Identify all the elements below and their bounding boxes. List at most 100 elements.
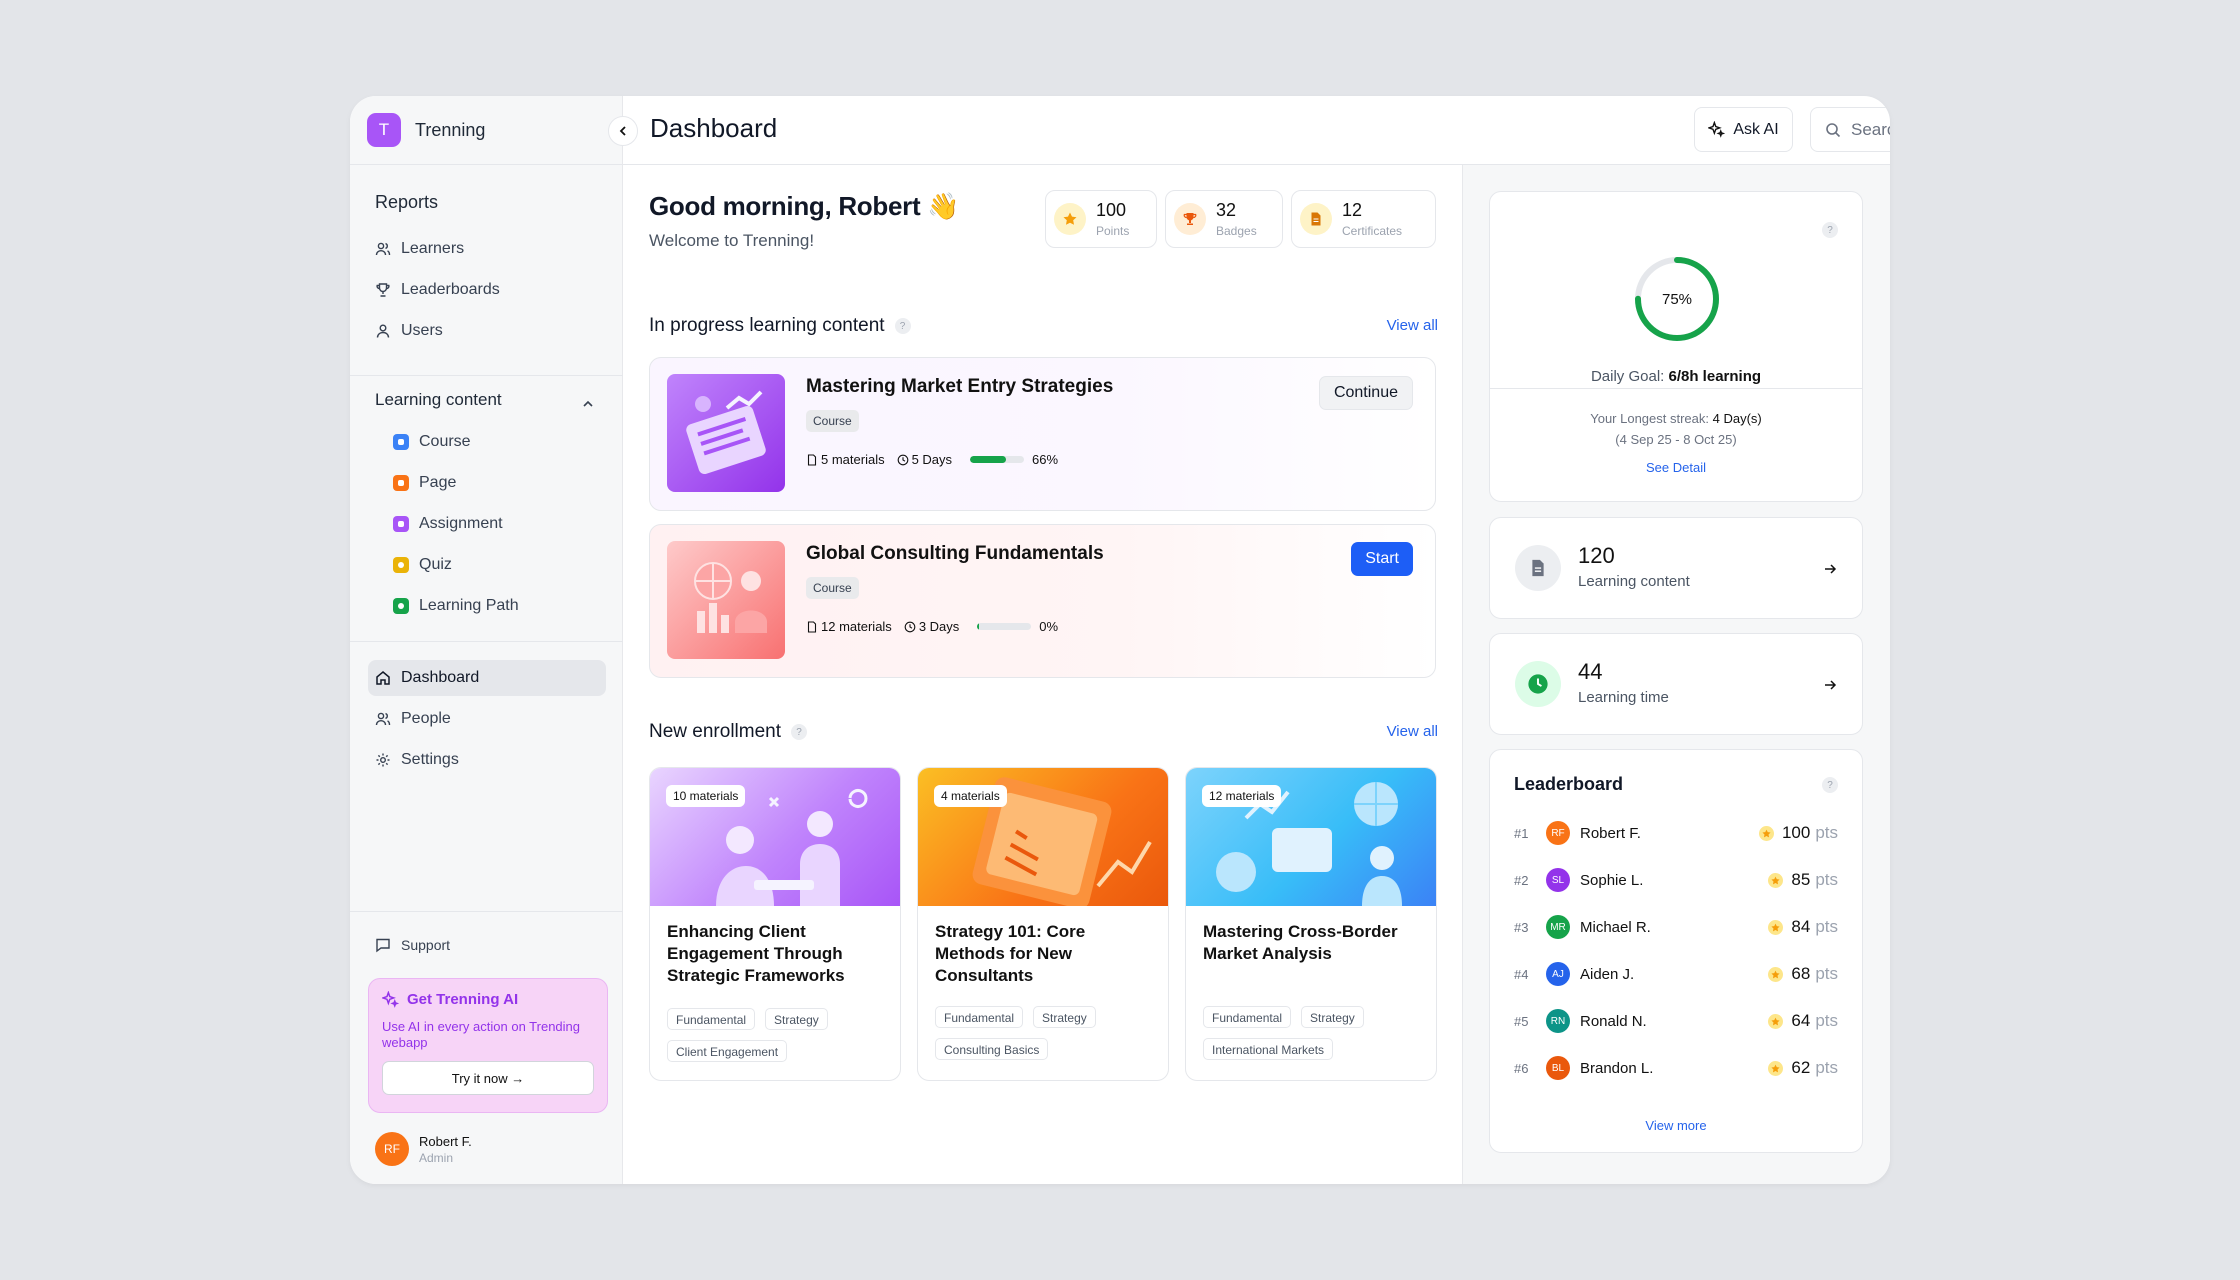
sidebar-item-quiz[interactable]: Quiz — [393, 556, 452, 574]
user-name: Robert F. — [419, 1133, 472, 1149]
enrollment-card[interactable]: 10 materials Enhancing Client Engagement… — [649, 767, 901, 1081]
leaderboard-title: Leaderboard — [1514, 774, 1624, 794]
leaderboard-row[interactable]: #5 RN Ronald N. 64 pts — [1514, 1008, 1838, 1034]
greeting-subtitle: Welcome to Trenning! — [649, 231, 815, 250]
sidebar-item-label: Dashboard — [401, 669, 480, 686]
daily-goal-text: Daily Goal: 6/8h learning — [1490, 368, 1862, 385]
leaderboard-row[interactable]: #1 RF Robert F. 100 pts — [1514, 820, 1838, 846]
leaderboard-name: Brandon L. — [1580, 1059, 1654, 1077]
badges-value: 32 — [1216, 200, 1237, 220]
avatar: AJ — [1546, 962, 1570, 986]
sidebar-item-course[interactable]: Course — [393, 433, 471, 451]
see-detail-link[interactable]: See Detail — [1490, 460, 1862, 475]
sidebar-item-people[interactable]: People — [375, 710, 451, 728]
learning-time-summary-card[interactable]: 44 Learning time — [1489, 633, 1863, 735]
view-more-link[interactable]: View more — [1490, 1118, 1862, 1133]
course-title: Mastering Market Entry Strategies — [806, 376, 1114, 397]
leaderboard-row[interactable]: #3 MR Michael R. 84 pts — [1514, 914, 1838, 940]
materials-count: 5 materials — [821, 452, 885, 467]
in-progress-view-all-link[interactable]: View all — [1387, 317, 1438, 334]
promo-title: Get Trenning AI — [407, 991, 519, 1008]
badges-label: Badges — [1216, 224, 1257, 238]
points-value: 68 — [1791, 964, 1811, 983]
sidebar-item-assignment[interactable]: Assignment — [393, 515, 503, 533]
leaderboard-row[interactable]: #2 SL Sophie L. 85 pts — [1514, 867, 1838, 893]
start-button[interactable]: Start — [1351, 542, 1413, 576]
page-icon — [393, 475, 409, 491]
sidebar-item-learners[interactable]: Learners — [375, 240, 464, 258]
new-enrollment-section-title: New enrollment ? — [649, 721, 807, 743]
course-type-badge: Course — [806, 577, 859, 599]
sidebar-item-page[interactable]: Page — [393, 474, 456, 492]
avatar: BL — [1546, 1056, 1570, 1080]
sidebar-item-dashboard[interactable]: Dashboard — [375, 669, 479, 687]
new-enrollment-view-all-link[interactable]: View all — [1387, 723, 1438, 740]
rank: #3 — [1514, 919, 1529, 935]
enrollment-card[interactable]: 12 materials Mastering Cross-Border Mark… — [1185, 767, 1437, 1081]
in-progress-card[interactable]: Mastering Market Entry Strategies Course… — [649, 357, 1436, 511]
sidebar-item-leaderboards[interactable]: Leaderboards — [375, 281, 500, 299]
star-icon — [1768, 966, 1784, 982]
daily-goal-card: ? 75% Daily Goal: 6/8h learning Your Lon… — [1489, 191, 1863, 502]
points-value: 100 — [1096, 200, 1127, 220]
tag: Fundamental — [935, 1006, 1024, 1028]
points-value: 62 — [1791, 1058, 1811, 1077]
duration: 3 Days — [918, 619, 960, 634]
rank: #6 — [1514, 1060, 1529, 1076]
collapse-sidebar-button[interactable] — [608, 116, 638, 146]
star-icon — [1768, 1013, 1784, 1029]
rank: #1 — [1514, 825, 1529, 841]
certificates-value: 12 — [1342, 200, 1363, 220]
leaderboard-points: 100 pts — [1758, 823, 1838, 843]
avatar: SL — [1546, 868, 1570, 892]
help-icon[interactable]: ? — [1822, 777, 1838, 793]
help-icon[interactable]: ? — [1822, 222, 1838, 238]
leaderboard-name: Michael R. — [1580, 918, 1651, 936]
tag-list: Fundamental Strategy International Marke… — [1203, 1006, 1426, 1060]
ask-ai-label: Ask AI — [1733, 120, 1779, 138]
badges-stat: 32 Badges — [1165, 190, 1283, 248]
document-icon — [807, 620, 817, 633]
leaderboard-row[interactable]: #4 AJ Aiden J. 68 pts — [1514, 961, 1838, 987]
progress-bar — [970, 456, 1025, 463]
try-it-now-button[interactable]: Try it now → — [382, 1061, 594, 1095]
learning-content-summary-card[interactable]: 120 Learning content — [1489, 517, 1863, 619]
progress-percent: 66% — [1032, 452, 1059, 467]
sidebar-item-label: Assignment — [419, 515, 503, 532]
sidebar-item-label: Users — [401, 322, 443, 339]
search-input[interactable]: Search... — [1810, 107, 1890, 152]
enrollment-thumbnail: 4 materials — [918, 768, 1168, 906]
in-progress-card[interactable]: Global Consulting Fundamentals Course 12… — [649, 524, 1436, 678]
leaderboard-points: 85 pts — [1768, 870, 1838, 890]
duration: 5 Days — [911, 452, 953, 467]
app-logo[interactable]: T — [367, 113, 401, 147]
sidebar-item-label: People — [401, 710, 451, 727]
trophy-icon — [1174, 203, 1206, 235]
help-icon[interactable]: ? — [894, 318, 911, 334]
leaderboard-points: 64 pts — [1768, 1011, 1838, 1031]
sidebar-item-users[interactable]: Users — [375, 322, 443, 340]
avatar: RN — [1546, 1009, 1570, 1033]
sidebar-item-settings[interactable]: Settings — [375, 751, 459, 769]
sidebar-item-label: Learning Path — [419, 597, 519, 614]
continue-button[interactable]: Continue — [1318, 376, 1413, 410]
tag: Strategy — [1033, 1006, 1096, 1028]
points-value: 100 — [1781, 823, 1811, 842]
enrollment-card[interactable]: 4 materials Strategy 101: Core Methods f… — [917, 767, 1169, 1081]
users-icon — [375, 242, 391, 256]
leaderboard-card: Leaderboard ? #1 RF Robert F. 100 pts #2 SL Sop… — [1489, 749, 1863, 1153]
chevron-left-icon — [619, 126, 626, 136]
user-profile[interactable]: RF Robert F. Admin — [375, 1132, 472, 1166]
ask-ai-button[interactable]: Ask AI — [1694, 107, 1793, 152]
learning-content-section-title[interactable]: Learning content — [375, 390, 502, 410]
certificates-label: Certificates — [1342, 224, 1403, 238]
rank: #5 — [1514, 1013, 1529, 1029]
leaderboard-row[interactable]: #6 BL Brandon L. 62 pts — [1514, 1055, 1838, 1081]
right-panel: ? 75% Daily Goal: 6/8h learning Your Lon… — [1462, 165, 1890, 1184]
tag: Fundamental — [667, 1008, 756, 1030]
support-link[interactable]: Support — [375, 937, 450, 953]
help-icon[interactable]: ? — [791, 724, 807, 740]
chevron-up-icon[interactable] — [581, 397, 595, 411]
home-icon — [376, 671, 390, 685]
sidebar-item-learning-path[interactable]: Learning Path — [393, 597, 519, 615]
